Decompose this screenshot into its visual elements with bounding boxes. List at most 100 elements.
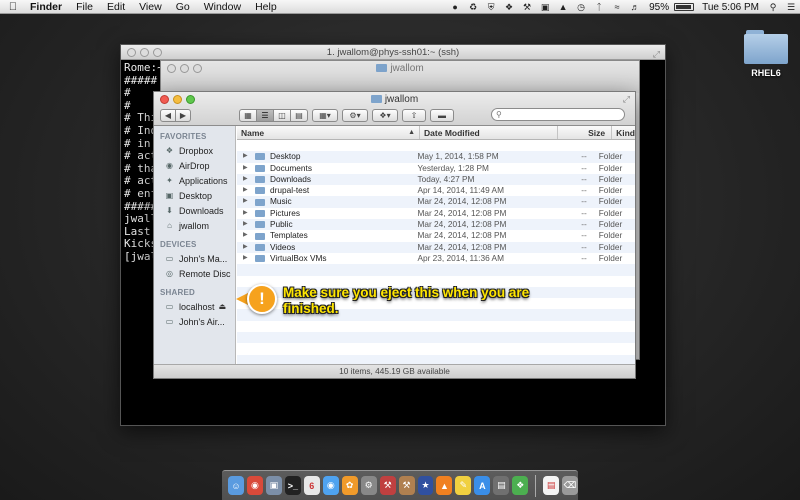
sidebar-item-jwallom[interactable]: ⌂ jwallom xyxy=(154,218,235,233)
document-icon[interactable]: ▤ xyxy=(543,476,560,495)
disclosure-triangle-icon[interactable]: ▶ xyxy=(243,174,255,185)
table-row[interactable]: ▶ Desktop May 1, 2014, 1:58 PM -- Folder xyxy=(237,151,635,163)
time-machine-status-icon[interactable]: ◷ xyxy=(572,1,590,13)
sidebar-item-downloads[interactable]: ⬇ Downloads xyxy=(154,203,235,218)
disclosure-triangle-icon[interactable]: ▶ xyxy=(243,230,255,241)
fullscreen-icon[interactable]: ⤢ xyxy=(653,47,660,62)
sidebar-item-johns-mac[interactable]: ▭ John's Ma... xyxy=(154,251,235,266)
column-header-kind[interactable]: Kind xyxy=(612,126,635,139)
menu-go[interactable]: Go xyxy=(169,1,197,13)
desktop-volume-rhel6[interactable]: RHEL6 xyxy=(738,30,794,78)
growl-icon[interactable]: ✿ xyxy=(341,476,358,495)
column-view-button[interactable]: ◫ xyxy=(273,108,291,122)
fullscreen-icon[interactable]: ⤢ xyxy=(623,94,630,105)
disclosure-triangle-icon[interactable]: ▶ xyxy=(243,219,255,230)
sidebar-item-remote-disc[interactable]: ◎ Remote Disc xyxy=(154,266,235,281)
icon-view-button[interactable]: ▦ xyxy=(239,108,257,122)
table-row[interactable]: ▶ Videos Mar 24, 2014, 12:08 PM -- Folder xyxy=(237,241,635,253)
minimize-button[interactable] xyxy=(140,48,149,57)
disclosure-triangle-icon[interactable]: ▶ xyxy=(243,163,255,174)
finder-back-titlebar[interactable]: jwallom xyxy=(161,61,639,93)
notification-center-icon[interactable]: ☰ xyxy=(782,1,800,13)
tool-icon[interactable]: ⚒ xyxy=(398,476,415,495)
terminal-icon[interactable]: >_ xyxy=(284,476,301,495)
evernote-status-icon[interactable]: ● xyxy=(446,1,464,13)
disclosure-triangle-icon[interactable]: ▶ xyxy=(243,242,255,253)
sort-ascending-icon: ▲ xyxy=(408,129,416,136)
menu-edit[interactable]: Edit xyxy=(100,1,132,13)
share-button[interactable]: ⇧ xyxy=(402,108,426,122)
messages-icon[interactable]: ◉ xyxy=(322,476,339,495)
eject-icon[interactable]: ⏏ xyxy=(219,302,227,311)
list-view-button[interactable]: ☰ xyxy=(256,108,274,122)
app-store-icon[interactable]: A xyxy=(474,476,491,495)
sidebar-item-dropbox[interactable]: ❖ Dropbox xyxy=(154,143,235,158)
chrome-icon[interactable]: ◉ xyxy=(246,476,263,495)
bluetooth-status-icon[interactable]: ᛏ xyxy=(590,1,608,13)
action-button[interactable]: ⚙▾ xyxy=(342,108,368,122)
wrench-status-icon[interactable]: ⚒ xyxy=(518,1,536,13)
disclosure-triangle-icon[interactable]: ▶ xyxy=(243,151,255,162)
table-row[interactable]: ▶ Documents Yesterday, 1:28 PM -- Folder xyxy=(237,163,635,174)
table-row[interactable]: ▶ Templates Mar 24, 2014, 12:08 PM -- Folder xyxy=(237,230,635,241)
sidebar-item-localhost[interactable]: ▭ localhost ⏏ xyxy=(154,299,235,314)
column-header-name[interactable]: Name ▲ xyxy=(237,126,421,139)
evernote-icon[interactable]: ❖ xyxy=(512,476,529,495)
disclosure-triangle-icon[interactable]: ▶ xyxy=(243,196,255,207)
table-row[interactable]: ▶ VirtualBox VMs Apr 23, 2014, 11:36 AM -- F… xyxy=(237,253,635,264)
shield-status-icon[interactable]: ⛨ xyxy=(482,1,500,13)
zoom-button[interactable] xyxy=(153,48,162,57)
menu-file[interactable]: File xyxy=(69,1,100,13)
column-header-size[interactable]: Size xyxy=(558,126,613,139)
finder-titlebar[interactable]: jwallom ⤢ ◀ ▶ ▦ ☰ ◫ ▤ ▦▾ ⚙▾ ❖▾ ⇧ ▬ ⚲ xyxy=(154,92,635,126)
tags-button[interactable]: ▬ xyxy=(430,108,454,122)
trash-icon[interactable]: ⌫ xyxy=(562,476,578,495)
close-button[interactable] xyxy=(127,48,136,57)
preview-icon[interactable]: ▣ xyxy=(265,476,282,495)
table-row[interactable]: ▶ Downloads Today, 4:27 PM -- Folder xyxy=(237,173,635,186)
wifi-status-icon[interactable]: ≈ xyxy=(608,1,626,13)
menu-app-finder[interactable]: Finder xyxy=(26,1,69,13)
sidebar-item-applications[interactable]: ✦ Applications xyxy=(154,173,235,188)
volume-status-icon[interactable]: ♬ xyxy=(626,1,644,13)
table-row[interactable]: ▶ Music Mar 24, 2014, 12:08 PM -- Folder xyxy=(237,196,635,208)
table-row[interactable]: ▶ Pictures Mar 24, 2014, 12:08 PM -- Folder xyxy=(237,208,635,219)
terminal-titlebar[interactable]: 1. jwallom@phys-ssh01:~ (ssh) ⤢ xyxy=(121,45,665,60)
table-row[interactable]: ▶ drupal-test Apr 14, 2014, 11:49 AM -- Fold… xyxy=(237,185,635,196)
menu-clock[interactable]: Tue 5:06 PM xyxy=(697,2,764,13)
cover-flow-button[interactable]: ▤ xyxy=(290,108,308,122)
battery-icon[interactable] xyxy=(674,3,695,11)
display-status-icon[interactable]: ▣ xyxy=(536,1,554,13)
back-button[interactable]: ◀ xyxy=(160,108,176,122)
sidebar-item-desktop[interactable]: ▣ Desktop xyxy=(154,188,235,203)
arrange-button[interactable]: ▦▾ xyxy=(312,108,338,122)
menu-help[interactable]: Help xyxy=(248,1,284,13)
sidebar-item-airdrop[interactable]: ◉ AirDrop xyxy=(154,158,235,173)
column-header-date[interactable]: Date Modified xyxy=(420,126,558,139)
disclosure-triangle-icon[interactable]: ▶ xyxy=(243,208,255,219)
finder-window[interactable]: jwallom ⤢ ◀ ▶ ▦ ☰ ◫ ▤ ▦▾ ⚙▾ ❖▾ ⇧ ▬ ⚲ FAV… xyxy=(153,91,636,379)
menu-view[interactable]: View xyxy=(132,1,169,13)
forward-button[interactable]: ▶ xyxy=(175,108,191,122)
dropbox-toolbar-button[interactable]: ❖▾ xyxy=(372,108,398,122)
app-icon[interactable]: ★ xyxy=(417,476,434,495)
finder-icon[interactable]: ☺ xyxy=(228,476,244,495)
menu-window[interactable]: Window xyxy=(197,1,248,13)
sidebar-item-johns-air[interactable]: ▭ John's Air... xyxy=(154,314,235,329)
vlc-icon[interactable]: ▲ xyxy=(436,476,453,495)
search-field[interactable]: ⚲ xyxy=(491,108,625,121)
dropbox-status-icon[interactable]: ❖ xyxy=(500,1,518,13)
dropbox-icon: ❖ xyxy=(165,146,174,155)
disclosure-triangle-icon[interactable]: ▶ xyxy=(243,253,255,264)
disclosure-triangle-icon[interactable]: ▶ xyxy=(243,185,255,196)
utility-icon[interactable]: ⚒ xyxy=(379,476,396,495)
spotlight-icon[interactable]: ⚲ xyxy=(764,1,782,13)
system-preferences-icon[interactable]: ⚙ xyxy=(360,476,377,495)
calendar-icon[interactable]: 6 xyxy=(303,476,320,495)
sync-status-icon[interactable]: ♻ xyxy=(464,1,482,13)
notes-icon[interactable]: ✎ xyxy=(455,476,472,495)
activity-monitor-icon[interactable]: ▤ xyxy=(493,476,510,495)
airplay-status-icon[interactable]: ▲ xyxy=(554,1,572,13)
table-row[interactable]: ▶ Public Mar 24, 2014, 12:08 PM -- Folder xyxy=(237,219,635,231)
apple-menu-icon[interactable]:  xyxy=(0,1,26,13)
